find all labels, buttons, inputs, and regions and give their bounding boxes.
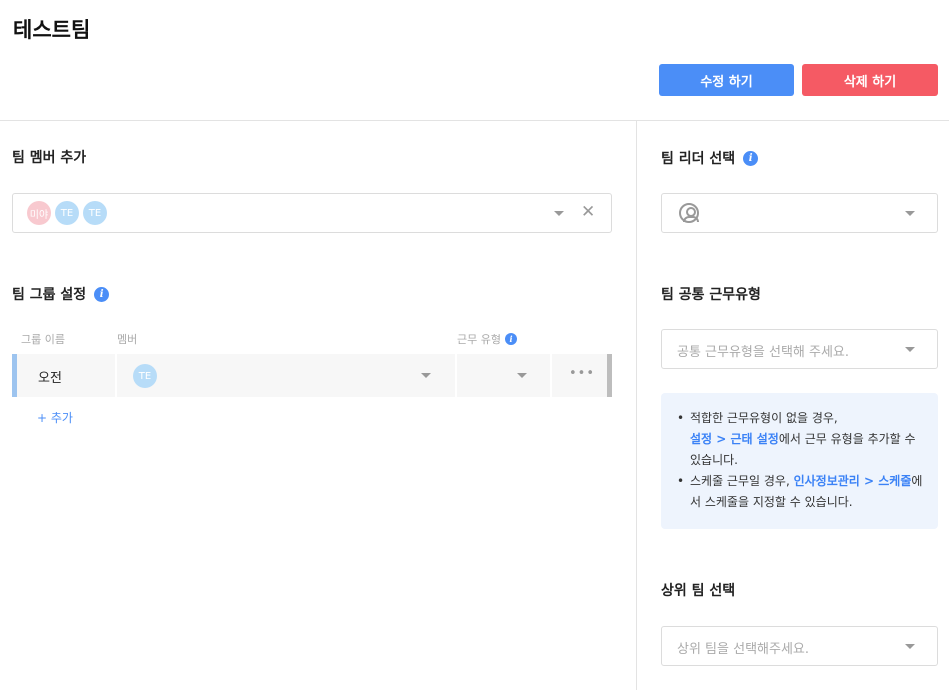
column-divider (636, 121, 637, 690)
parent-team-placeholder: 상위 팀을 선택해주세요. (677, 642, 809, 657)
members-section-title: 팀 멤버 추가 (12, 147, 86, 167)
group-name-cell[interactable]: 오전 (17, 354, 115, 397)
chevron-down-icon[interactable] (905, 347, 915, 352)
more-horizontal-icon[interactable]: ••• (569, 366, 595, 381)
leader-section-title: 팀 리더 선택 i (661, 148, 759, 168)
chevron-down-icon[interactable] (905, 644, 915, 649)
col-header-group-name: 그룹 이름 (21, 333, 65, 346)
info-icon[interactable]: i (504, 333, 517, 345)
members-title-text: 팀 멤버 추가 (12, 150, 87, 166)
row-scroll-handle[interactable] (607, 354, 612, 397)
col-header-members: 멤버 (117, 333, 138, 346)
user-circle-icon (679, 203, 699, 223)
groups-title-text: 팀 그룹 설정 (12, 287, 87, 303)
group-name-text: 오전 (38, 371, 62, 386)
member-chip-avatar: TE (55, 201, 79, 225)
worktype-placeholder: 공통 근무유형을 선택해 주세요. (677, 345, 850, 360)
member-select[interactable]: 미야 TE TE ✕ (12, 193, 612, 233)
worktype-section-title: 팀 공통 근무유형 (661, 284, 761, 304)
page-title: 테스트팀 (13, 18, 91, 42)
notice-item: 스케줄 근무일 경우, 인사정보관리 > 스케줄에서 스케줄을 지정할 수 있습… (675, 471, 924, 513)
delete-button[interactable]: 삭제 하기 (802, 64, 938, 96)
parent-team-section-title: 상위 팀 선택 (661, 580, 735, 600)
chevron-down-icon[interactable] (421, 373, 431, 378)
info-icon[interactable]: i (94, 286, 110, 302)
notice-item: 적합한 근무유형이 없을 경우, 설정 > 근태 설정에서 근무 유형을 추가할… (675, 408, 924, 471)
group-worktype-select[interactable] (457, 354, 550, 397)
close-icon[interactable]: ✕ (581, 204, 595, 221)
settings-link[interactable]: 설정 > 근태 설정 (690, 432, 779, 446)
member-chip-avatar: 미야 (27, 201, 51, 225)
worktype-select[interactable]: 공통 근무유형을 선택해 주세요. (661, 329, 938, 369)
chevron-down-icon[interactable] (554, 211, 564, 216)
groups-section-title: 팀 그룹 설정 i (12, 284, 110, 304)
col-header-work-type: 근무 유형 i (457, 331, 517, 347)
worktype-notice: 적합한 근무유형이 없을 경우, 설정 > 근태 설정에서 근무 유형을 추가할… (661, 393, 938, 529)
page-header: 테스트팀 수정 하기 삭제 하기 (0, 0, 949, 121)
parent-team-title-text: 상위 팀 선택 (661, 583, 736, 599)
group-member-select[interactable]: TE (117, 354, 455, 397)
table-row: 오전 TE ••• (12, 354, 612, 397)
leader-title-text: 팀 리더 선택 (661, 151, 736, 167)
parent-team-select[interactable]: 상위 팀을 선택해주세요. (661, 626, 938, 666)
add-group-link[interactable]: + 추가 (37, 409, 73, 426)
member-chip-avatar: TE (83, 201, 107, 225)
chevron-down-icon[interactable] (905, 211, 915, 216)
member-chip-avatar: TE (133, 364, 157, 388)
leader-select[interactable] (661, 193, 938, 233)
edit-button[interactable]: 수정 하기 (659, 64, 794, 96)
chevron-down-icon[interactable] (517, 373, 527, 378)
worktype-title-text: 팀 공통 근무유형 (661, 287, 761, 303)
group-more-cell[interactable]: ••• (552, 354, 607, 397)
info-icon[interactable]: i (743, 150, 759, 166)
hr-schedule-link[interactable]: 인사정보관리 > 스케줄 (794, 474, 912, 488)
